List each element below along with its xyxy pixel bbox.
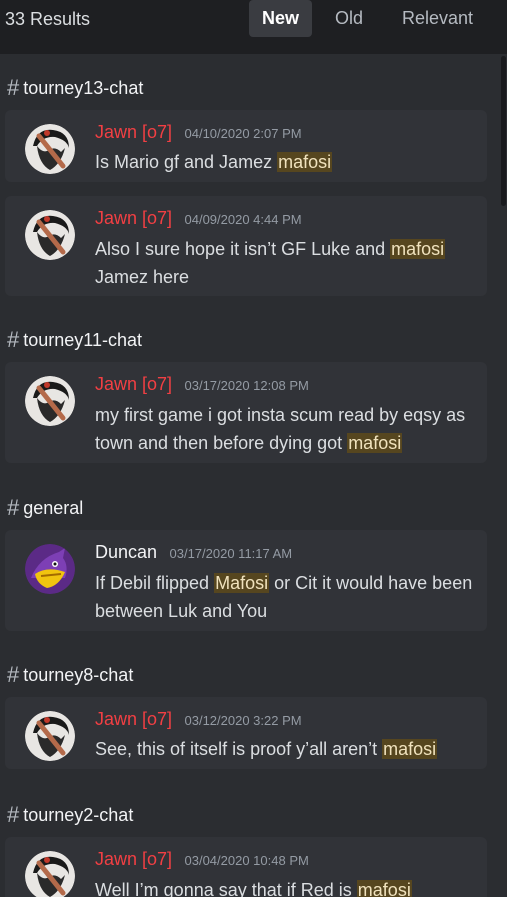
search-result-message[interactable]: Jawn [o7] 04/09/2020 4:44 PM Also I sure… <box>5 196 487 296</box>
channel-name: tourney13-chat <box>23 78 144 98</box>
channel-name: tourney2-chat <box>23 805 134 825</box>
message-text: If Debil flipped <box>95 573 215 593</box>
hash-icon: # <box>7 75 20 100</box>
author-name[interactable]: Jawn [o7] <box>95 709 172 729</box>
channel-header[interactable]: # tourney13-chat <box>7 76 143 100</box>
message-content: If Debil flipped Mafosi or Cit it would … <box>95 569 475 625</box>
channel-name: general <box>23 498 84 518</box>
scrollbar-thumb[interactable] <box>501 56 506 206</box>
avatar[interactable] <box>25 210 75 260</box>
tab-relevant[interactable]: Relevant <box>390 0 485 37</box>
avatar[interactable] <box>25 851 75 897</box>
message-text: See, this of itself is proof y’all aren’… <box>95 739 383 759</box>
author-name[interactable]: Jawn [o7] <box>95 208 172 228</box>
search-highlight: Mafosi <box>214 573 270 593</box>
author-name[interactable]: Jawn [o7] <box>95 374 172 394</box>
hash-icon: # <box>7 495 20 520</box>
hash-icon: # <box>7 802 20 827</box>
message-content: Also I sure hope it isn’t GF Luke and ma… <box>95 235 475 291</box>
search-result-message[interactable]: Jawn [o7] 03/17/2020 12:08 PM my first g… <box>5 362 487 463</box>
search-highlight: mafosi <box>382 739 438 759</box>
message-text: Well I’m gonna say that if Red is <box>95 880 357 897</box>
search-result-message[interactable]: Duncan 03/17/2020 11:17 AM If Debil flip… <box>5 530 487 631</box>
search-result-message[interactable]: Jawn [o7] 03/04/2020 10:48 PM Well I’m g… <box>5 837 487 897</box>
search-highlight: mafosi <box>277 152 333 172</box>
avatar[interactable] <box>25 711 75 761</box>
channel-name: tourney8-chat <box>23 665 134 685</box>
message-text: Is Mario gf and Jamez <box>95 152 278 172</box>
avatar[interactable] <box>25 376 75 426</box>
message-text: Jamez here <box>95 267 190 287</box>
message-content: my first game i got insta scum read by e… <box>95 401 475 457</box>
message-text: Also I sure hope it isn’t GF Luke and <box>95 239 391 259</box>
timestamp: 03/17/2020 11:17 AM <box>169 546 293 561</box>
avatar[interactable] <box>25 544 75 594</box>
author-name[interactable]: Duncan <box>95 542 157 562</box>
channel-header[interactable]: # tourney8-chat <box>7 663 133 687</box>
search-result-message[interactable]: Jawn [o7] 03/12/2020 3:22 PM See, this o… <box>5 697 487 769</box>
timestamp: 04/09/2020 4:44 PM <box>184 212 302 227</box>
timestamp: 03/12/2020 3:22 PM <box>184 713 302 728</box>
results-count: 33 Results <box>5 9 91 29</box>
timestamp: 04/10/2020 2:07 PM <box>184 126 302 141</box>
search-result-message[interactable]: Jawn [o7] 04/10/2020 2:07 PM Is Mario gf… <box>5 110 487 182</box>
channel-header[interactable]: # tourney11-chat <box>7 328 142 352</box>
channel-name: tourney11-chat <box>23 330 142 350</box>
search-results-list[interactable]: # tourney13-chat Jawn [o7] 04/10/2020 2:0… <box>0 54 507 897</box>
search-highlight: mafosi <box>390 239 446 259</box>
author-name[interactable]: Jawn [o7] <box>95 849 172 869</box>
message-content: Is Mario gf and Jamez mafosi <box>95 148 475 176</box>
message-content: Well I’m gonna say that if Red is mafosi <box>95 876 475 897</box>
avatar[interactable] <box>25 124 75 174</box>
hash-icon: # <box>7 327 20 352</box>
hash-icon: # <box>7 662 20 687</box>
timestamp: 03/04/2020 10:48 PM <box>184 853 309 868</box>
message-content: See, this of itself is proof y’all aren’… <box>95 735 475 763</box>
author-name[interactable]: Jawn [o7] <box>95 122 172 142</box>
channel-header[interactable]: # general <box>7 496 83 520</box>
message-text: my first game i got insta scum read by e… <box>95 405 466 453</box>
search-highlight: mafosi <box>356 880 412 897</box>
timestamp: 03/17/2020 12:08 PM <box>184 378 309 393</box>
tab-new[interactable]: New <box>249 0 312 37</box>
channel-header[interactable]: # tourney2-chat <box>7 803 133 827</box>
search-highlight: mafosi <box>347 433 403 453</box>
search-results-header: 33 Results New Old Relevant <box>0 0 507 54</box>
tab-old[interactable]: Old <box>324 0 374 37</box>
